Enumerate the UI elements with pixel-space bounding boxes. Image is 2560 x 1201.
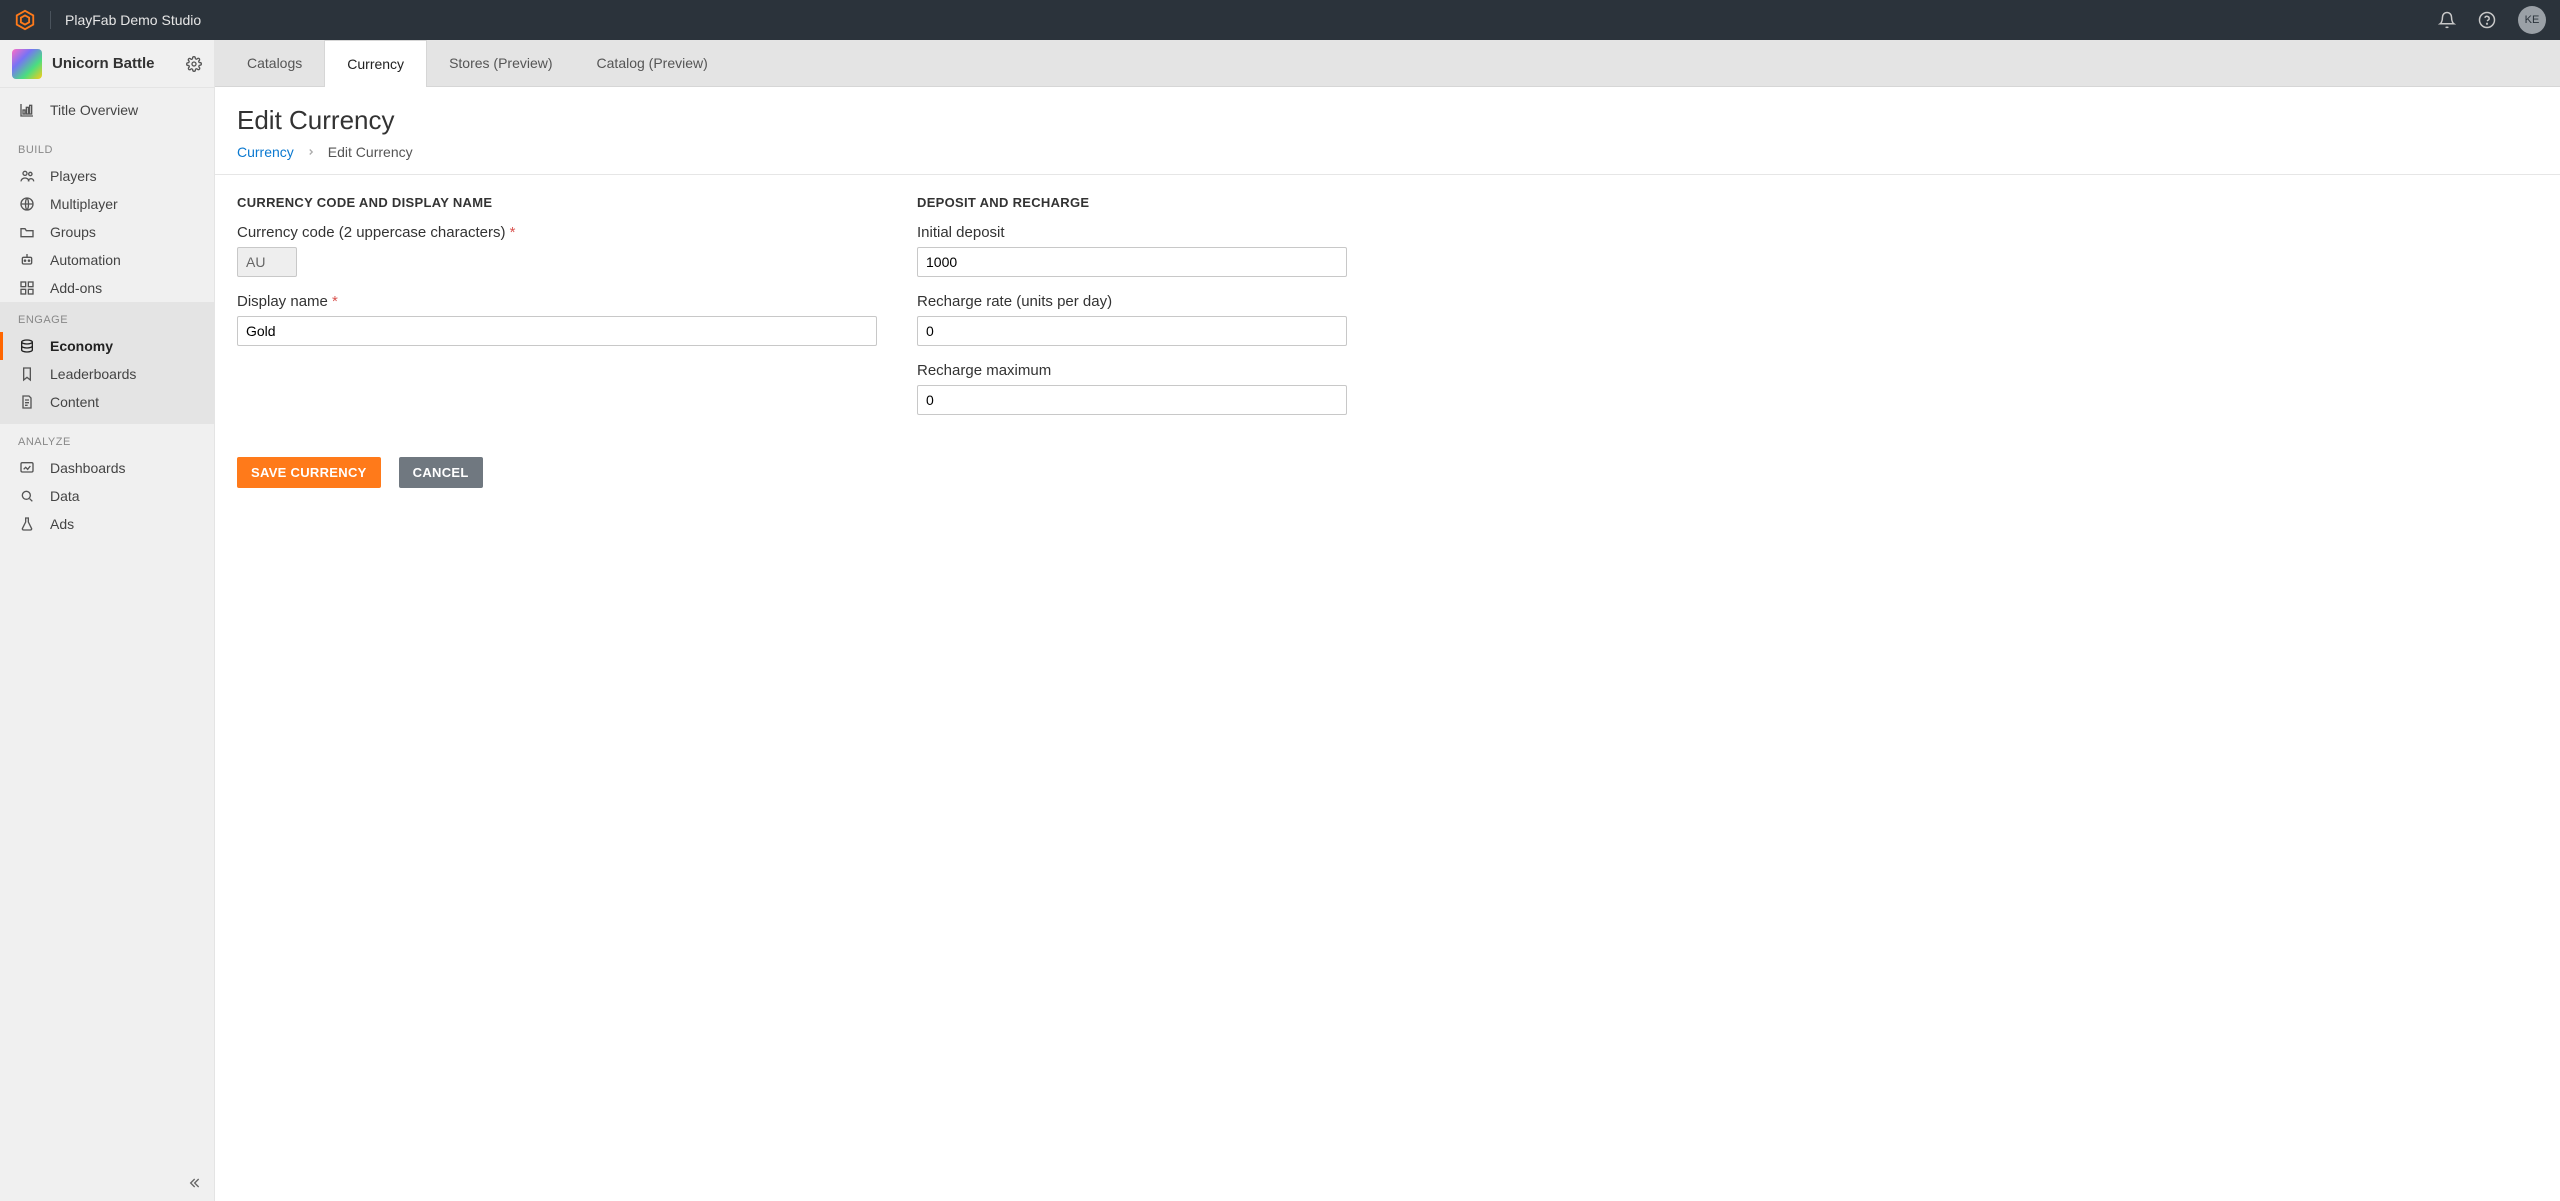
- robot-icon: [18, 252, 36, 268]
- currency-code-input: [237, 247, 297, 277]
- sidebar-group-label: BUILD: [0, 132, 214, 162]
- players-icon: [18, 168, 36, 184]
- flask-icon: [18, 516, 36, 532]
- avatar[interactable]: KE: [2518, 6, 2546, 34]
- save-currency-button[interactable]: SAVE CURRENCY: [237, 457, 381, 488]
- chart-icon: [18, 102, 36, 118]
- title-thumbnail: [12, 49, 42, 79]
- initial-deposit-input[interactable]: [917, 247, 1347, 277]
- sidebar-item-ads[interactable]: Ads: [0, 510, 214, 538]
- field-recharge-max: Recharge maximum: [917, 362, 1347, 415]
- sidebar: Unicorn Battle Title Overview BUILD Play…: [0, 40, 215, 1201]
- field-currency-code: Currency code (2 uppercase characters) *: [237, 224, 877, 277]
- tab-catalog-preview[interactable]: Catalog (Preview): [575, 40, 730, 86]
- page-title: Edit Currency: [237, 105, 2538, 136]
- label-recharge-rate: Recharge rate (units per day): [917, 293, 1347, 310]
- sidebar-item-addons[interactable]: Add-ons: [0, 274, 214, 302]
- form-area: CURRENCY CODE AND DISPLAY NAME Currency …: [215, 175, 2560, 451]
- required-marker: *: [510, 224, 516, 241]
- sidebar-item-economy[interactable]: Economy: [0, 332, 214, 360]
- sidebar-item-label: Leaderboards: [50, 366, 136, 382]
- form-col-right: DEPOSIT AND RECHARGE Initial deposit Rec…: [917, 195, 1347, 431]
- cancel-button[interactable]: CANCEL: [399, 457, 483, 488]
- page-header: Edit Currency Currency Edit Currency: [215, 87, 2560, 175]
- sidebar-item-label: Content: [50, 394, 99, 410]
- sidebar-item-content[interactable]: Content: [0, 388, 214, 416]
- sidebar-item-label: Players: [50, 168, 97, 184]
- sidebar-item-data[interactable]: Data: [0, 482, 214, 510]
- bookmark-icon: [18, 366, 36, 382]
- tabbar: Catalogs Currency Stores (Preview) Catal…: [215, 40, 2560, 87]
- chevron-right-icon: [306, 147, 316, 157]
- gear-icon[interactable]: [186, 56, 202, 72]
- grid-icon: [18, 280, 36, 296]
- sidebar-item-multiplayer[interactable]: Multiplayer: [0, 190, 214, 218]
- sidebar-group-label: ANALYZE: [0, 424, 214, 454]
- economy-icon: [18, 338, 36, 354]
- topbar: PlayFab Demo Studio KE: [0, 0, 2560, 40]
- section-head-left: CURRENCY CODE AND DISPLAY NAME: [237, 195, 877, 210]
- form-col-left: CURRENCY CODE AND DISPLAY NAME Currency …: [237, 195, 877, 431]
- sidebar-item-title-overview[interactable]: Title Overview: [0, 88, 214, 132]
- sidebar-item-leaderboards[interactable]: Leaderboards: [0, 360, 214, 388]
- globe-icon: [18, 196, 36, 212]
- button-row: SAVE CURRENCY CANCEL: [215, 451, 2560, 508]
- section-head-right: DEPOSIT AND RECHARGE: [917, 195, 1347, 210]
- notifications-icon[interactable]: [2438, 11, 2456, 29]
- tab-currency[interactable]: Currency: [324, 40, 427, 87]
- sidebar-item-label: Dashboards: [50, 460, 126, 476]
- recharge-rate-input[interactable]: [917, 316, 1347, 346]
- label-text: Currency code (2 uppercase characters): [237, 224, 505, 241]
- sidebar-item-label: Economy: [50, 338, 113, 354]
- tab-catalogs[interactable]: Catalogs: [225, 40, 324, 86]
- title-name: Unicorn Battle: [52, 55, 155, 72]
- search-icon: [18, 488, 36, 504]
- recharge-max-input[interactable]: [917, 385, 1347, 415]
- playfab-logo-icon[interactable]: [14, 9, 36, 31]
- topbar-right: KE: [2438, 6, 2546, 34]
- breadcrumb-current: Edit Currency: [328, 144, 413, 160]
- document-icon: [18, 394, 36, 410]
- sidebar-item-groups[interactable]: Groups: [0, 218, 214, 246]
- sidebar-item-label: Automation: [50, 252, 121, 268]
- title-card[interactable]: Unicorn Battle: [0, 40, 214, 88]
- label-display-name: Display name *: [237, 293, 877, 310]
- sidebar-group-engage: ENGAGE Economy Leaderboards Content: [0, 302, 214, 424]
- sidebar-item-dashboards[interactable]: Dashboards: [0, 454, 214, 482]
- display-name-input[interactable]: [237, 316, 877, 346]
- sidebar-item-label: Title Overview: [50, 102, 138, 118]
- label-currency-code: Currency code (2 uppercase characters) *: [237, 224, 877, 241]
- help-icon[interactable]: [2478, 11, 2496, 29]
- sidebar-item-label: Multiplayer: [50, 196, 118, 212]
- studio-name[interactable]: PlayFab Demo Studio: [65, 12, 201, 28]
- tab-stores[interactable]: Stores (Preview): [427, 40, 574, 86]
- folder-icon: [18, 224, 36, 240]
- label-recharge-max: Recharge maximum: [917, 362, 1347, 379]
- sidebar-item-players[interactable]: Players: [0, 162, 214, 190]
- field-initial-deposit: Initial deposit: [917, 224, 1347, 277]
- field-display-name: Display name *: [237, 293, 877, 346]
- field-recharge-rate: Recharge rate (units per day): [917, 293, 1347, 346]
- topbar-divider: [50, 11, 51, 29]
- sidebar-item-label: Ads: [50, 516, 74, 532]
- content: Catalogs Currency Stores (Preview) Catal…: [215, 40, 2560, 1201]
- dashboard-icon: [18, 460, 36, 476]
- label-initial-deposit: Initial deposit: [917, 224, 1347, 241]
- sidebar-group-label: ENGAGE: [0, 302, 214, 332]
- topbar-left: PlayFab Demo Studio: [14, 9, 201, 31]
- sidebar-item-label: Add-ons: [50, 280, 102, 296]
- sidebar-group-build: BUILD Players Multiplayer Groups Automat…: [0, 132, 214, 302]
- required-marker: *: [332, 293, 338, 310]
- sidebar-item-label: Data: [50, 488, 80, 504]
- label-text: Display name: [237, 293, 328, 310]
- breadcrumb-root[interactable]: Currency: [237, 144, 294, 160]
- sidebar-collapse-icon[interactable]: [186, 1175, 202, 1191]
- sidebar-item-automation[interactable]: Automation: [0, 246, 214, 274]
- breadcrumb: Currency Edit Currency: [237, 144, 2538, 160]
- sidebar-group-analyze: ANALYZE Dashboards Data Ads: [0, 424, 214, 538]
- sidebar-item-label: Groups: [50, 224, 96, 240]
